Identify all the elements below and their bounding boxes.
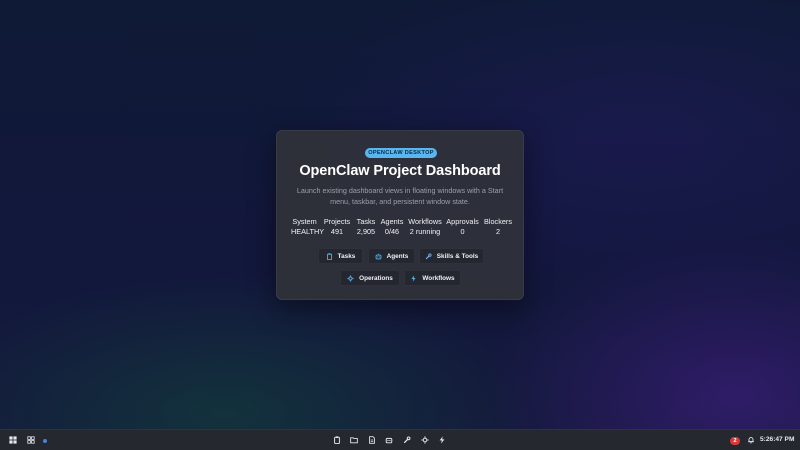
stat-value: HEALTHY <box>291 226 325 236</box>
stat-label: Approvals <box>446 217 479 226</box>
stat-label: Workflows <box>408 217 442 226</box>
folder-icon <box>350 437 358 444</box>
stat-workflows: Workflows 2 running <box>408 217 442 236</box>
clipboard-icon <box>326 252 332 260</box>
grid-icon <box>27 436 35 444</box>
taskbar-documents[interactable] <box>366 434 378 446</box>
tasks-button-label: Tasks <box>337 252 356 260</box>
stat-tasks: Tasks 2,905 <box>356 217 376 236</box>
taskbar-workflows[interactable] <box>436 434 448 446</box>
notification-count: 2 <box>730 437 740 445</box>
taskbar-clock[interactable]: 5:26:47 PM <box>760 436 794 443</box>
workflows-button-label: Workflows <box>422 274 455 282</box>
stat-value: 2,905 <box>356 226 376 236</box>
lightning-icon <box>439 436 445 444</box>
notification-badge[interactable]: 2 <box>728 435 741 446</box>
tasks-button[interactable]: Tasks <box>318 248 363 264</box>
stat-label: System <box>292 217 317 226</box>
active-window-indicator[interactable] <box>43 438 47 443</box>
clipboard-icon <box>334 436 340 444</box>
gear-icon <box>347 274 354 282</box>
operations-button[interactable]: Operations <box>340 270 400 286</box>
workflows-button[interactable]: Workflows <box>404 270 461 286</box>
taskbar-tasks[interactable] <box>331 434 343 446</box>
bell-icon <box>748 437 754 444</box>
task-view-button[interactable] <box>25 434 37 446</box>
stat-label: Projects <box>323 217 351 226</box>
wrench-icon <box>403 436 411 444</box>
stat-label: Blockers <box>484 217 512 226</box>
stat-value: 0 <box>460 226 465 236</box>
page-subtitle: Launch existing dashboard views in float… <box>296 186 504 206</box>
stat-label: Tasks <box>356 217 376 226</box>
robot-icon <box>385 437 393 444</box>
stat-blockers: Blockers 2 <box>483 217 513 236</box>
notifications-button[interactable] <box>745 434 757 446</box>
taskbar-agents[interactable] <box>383 434 395 446</box>
agents-button-label: Agents <box>386 252 409 260</box>
operations-button-label: Operations <box>359 274 393 282</box>
taskbar: 2 5:26:47 PM <box>0 429 800 450</box>
document-icon <box>369 436 375 444</box>
windows-start-icon <box>9 436 17 444</box>
stat-label: Agents <box>380 217 404 226</box>
app-badge: OPENCLAW DESKTOP <box>365 148 437 158</box>
dashboard-card: OPENCLAW DESKTOP OpenClaw Project Dashbo… <box>276 130 524 300</box>
lightning-icon <box>411 274 416 282</box>
agents-button[interactable]: Agents <box>368 248 415 264</box>
stat-agents: Agents 0/46 <box>380 217 404 236</box>
stat-value: 491 <box>330 226 344 236</box>
stat-value: 0/46 <box>384 226 400 236</box>
gear-icon <box>421 436 429 444</box>
skills-tools-button-label: Skills & Tools <box>436 252 479 260</box>
robot-icon <box>375 253 382 259</box>
stat-projects: Projects 491 <box>322 217 352 236</box>
skills-tools-button[interactable]: Skills & Tools <box>419 248 484 264</box>
taskbar-skills[interactable] <box>401 434 413 446</box>
stat-approvals: Approvals 0 <box>446 217 479 236</box>
stat-value: 2 <box>495 226 501 236</box>
stat-system: System HEALTHY <box>291 217 325 236</box>
taskbar-projects[interactable] <box>348 434 360 446</box>
wrench-icon <box>425 252 432 259</box>
stats-row: System HEALTHY Projects 491 Tasks 2,905 … <box>291 217 513 236</box>
page-title: OpenClaw Project Dashboard <box>299 163 501 179</box>
start-button[interactable] <box>7 434 19 446</box>
taskbar-operations[interactable] <box>419 434 431 446</box>
stat-value: 2 running <box>409 226 441 236</box>
